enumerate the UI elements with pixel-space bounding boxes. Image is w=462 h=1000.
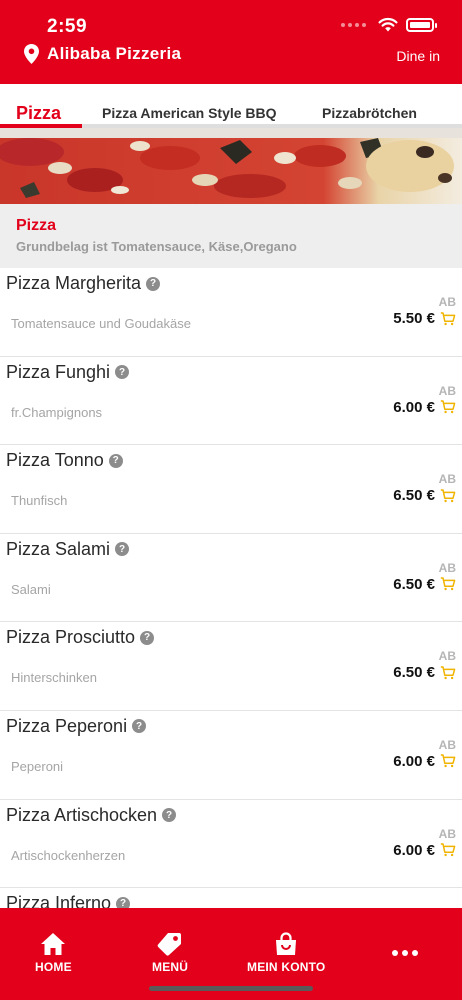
restaurant-name: Alibaba Pizzeria — [47, 44, 182, 63]
menu-item[interactable]: Pizza Salami ? Salami AB 6.50 € — [0, 533, 462, 623]
menu-item-list: Pizza Margherita ? Tomatensauce und Goud… — [0, 268, 462, 977]
info-icon[interactable]: ? — [140, 630, 155, 645]
item-name: Pizza Prosciutto — [6, 627, 136, 648]
item-description: Salami — [11, 581, 51, 597]
info-icon[interactable]: ? — [132, 719, 147, 734]
price-prefix: AB — [438, 737, 456, 752]
item-name-row: Pizza Tonno ? — [6, 450, 123, 471]
pizza-photo — [0, 128, 462, 204]
price-prefix: AB — [438, 826, 456, 841]
nav-home[interactable]: HOME — [35, 932, 72, 974]
item-name: Pizza Peperoni — [6, 715, 128, 736]
home-icon — [41, 933, 66, 955]
cart-icon[interactable] — [440, 666, 456, 680]
status-time: 2:59 — [47, 16, 88, 37]
status-icons — [341, 17, 437, 32]
cart-icon[interactable] — [440, 577, 456, 591]
location-selector[interactable]: Alibaba Pizzeria — [24, 44, 181, 64]
cart-icon[interactable] — [440, 754, 456, 768]
item-name-row: Pizza Funghi ? — [6, 361, 130, 383]
item-price: 6.00 € — [393, 752, 435, 770]
cart-icon[interactable] — [440, 843, 456, 857]
item-name-row: Pizza Salami ? — [6, 538, 130, 560]
menu-item[interactable]: Pizza Peperoni ? Peperoni AB 6.00 € — [0, 710, 462, 800]
item-name: Pizza Salami — [6, 538, 111, 559]
price-prefix: AB — [438, 649, 456, 664]
category-hero-image — [0, 128, 462, 204]
item-name: Pizza Tonno — [6, 450, 104, 471]
info-icon[interactable]: ? — [146, 276, 161, 291]
tab-pizzabroetchen[interactable]: Pizzabrötchen — [322, 105, 417, 121]
item-description: Artischockenherzen — [11, 847, 126, 863]
item-name-row: Pizza Margherita ? — [6, 273, 161, 294]
wifi-icon — [378, 17, 398, 32]
price-prefix: AB — [438, 383, 456, 398]
nav-menu-label: MENÜ — [152, 960, 189, 974]
price-prefix: AB — [438, 560, 456, 575]
price-row: 6.00 € — [393, 753, 456, 770]
nav-menu[interactable]: MENÜ — [152, 932, 188, 974]
home-indicator — [149, 986, 313, 991]
item-name-row: Pizza Prosciutto ? — [6, 627, 155, 648]
cart-icon[interactable] — [440, 400, 456, 414]
cart-icon[interactable] — [440, 488, 456, 503]
app-header: 2:59 Alibaba Pizzeria Dine in — [0, 0, 462, 84]
info-icon[interactable]: ? — [115, 542, 130, 557]
price-row: 6.00 € — [393, 399, 456, 416]
item-name: Pizza Artischocken — [6, 804, 158, 825]
location-pin-icon — [24, 44, 39, 64]
info-icon[interactable]: ? — [108, 453, 123, 468]
item-description: Tomatensauce und Goudakäse — [11, 316, 191, 331]
nav-account-label: MEIN KONTO — [247, 960, 326, 974]
category-header: Pizza Grundbelag ist Tomatensauce, Käse,… — [0, 204, 462, 268]
item-price: 6.00 € — [393, 398, 435, 416]
info-icon[interactable]: ? — [115, 365, 130, 380]
dine-in-mode[interactable]: Dine in — [396, 48, 440, 64]
menu-item[interactable]: Pizza Funghi ? fr.Champignons AB 6.00 € — [0, 356, 462, 446]
battery-icon — [406, 17, 437, 32]
item-price: 5.50 € — [393, 310, 435, 327]
price-row: 6.50 € — [393, 487, 456, 504]
item-name-row: Pizza Artischocken ? — [6, 804, 177, 826]
price-row: 6.00 € — [393, 842, 456, 859]
menu-item[interactable]: Pizza Tonno ? Thunfisch AB 6.50 € — [0, 445, 462, 534]
category-tabs: Pizza Pizza American Style BBQ Pizzabröt… — [0, 84, 462, 128]
price-prefix: AB — [438, 472, 456, 487]
item-description: Hinterschinken — [11, 670, 97, 686]
tab-pizza[interactable]: Pizza — [16, 103, 61, 124]
item-name: Pizza Funghi — [6, 361, 111, 382]
nav-account[interactable]: MEIN KONTO — [247, 932, 325, 974]
menu-item[interactable]: Pizza Prosciutto ? Hinterschinken AB 6.5… — [0, 622, 462, 711]
more-icon[interactable] — [392, 950, 418, 956]
menu-item[interactable]: Pizza Artischocken ? Artischockenherzen … — [0, 799, 462, 889]
info-icon[interactable]: ? — [162, 808, 177, 823]
price-row: 6.50 € — [393, 664, 456, 681]
tag-icon — [157, 933, 182, 956]
menu-item[interactable]: Pizza Margherita ? Tomatensauce und Goud… — [0, 268, 462, 357]
item-description: Thunfisch — [11, 493, 68, 509]
item-price: 6.50 € — [393, 664, 435, 682]
item-description: Peperoni — [11, 758, 64, 774]
item-price: 6.50 € — [393, 575, 435, 593]
tab-pizza-american-style-bbq[interactable]: Pizza American Style BBQ — [102, 105, 277, 121]
cart-icon[interactable] — [440, 311, 456, 326]
item-price: 6.50 € — [393, 487, 435, 505]
price-row: 6.50 € — [393, 576, 456, 593]
price-row: 5.50 € — [393, 310, 456, 327]
price-prefix: AB — [438, 295, 456, 309]
item-name-row: Pizza Peperoni ? — [6, 715, 147, 737]
item-price: 6.00 € — [393, 841, 435, 859]
category-description: Grundbelag ist Tomatensauce, Käse,Oregan… — [16, 239, 297, 254]
shopping-bag-icon — [276, 932, 297, 955]
category-title: Pizza — [16, 217, 57, 234]
item-name: Pizza Margherita — [6, 273, 142, 293]
signal-icon — [341, 22, 366, 27]
item-description: fr.Champignons — [11, 404, 103, 420]
nav-home-label: HOME — [35, 960, 72, 974]
